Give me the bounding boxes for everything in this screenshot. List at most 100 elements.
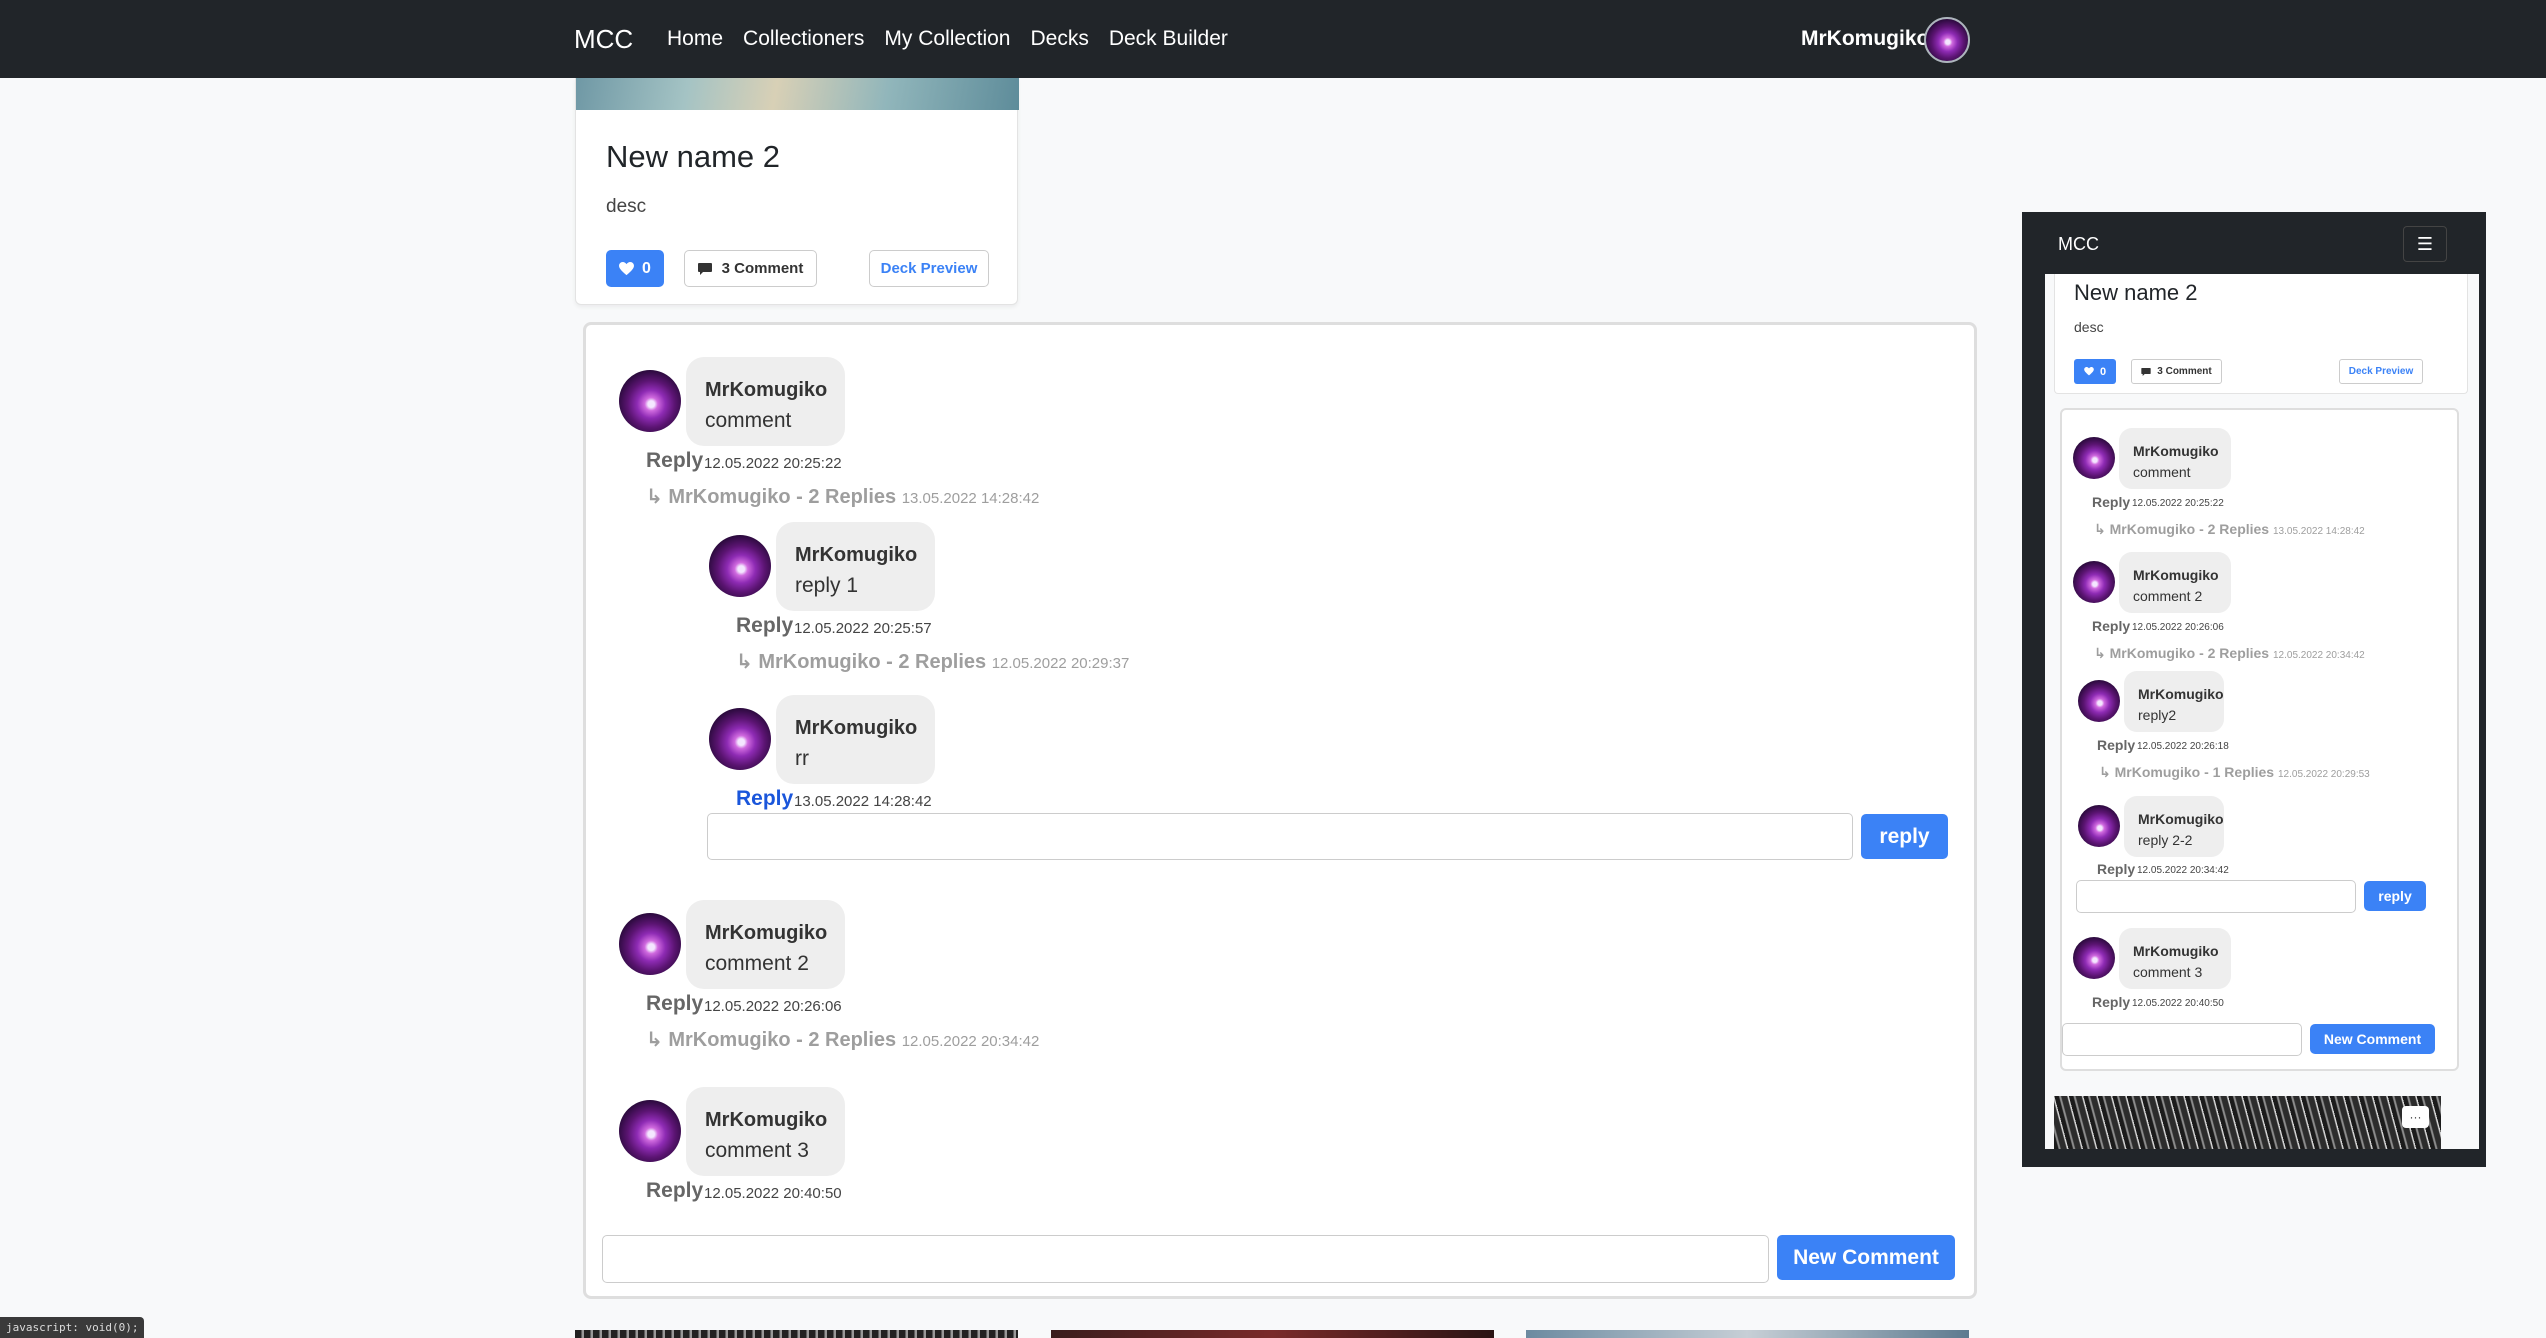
like-count: 0	[2099, 365, 2107, 378]
hamburger-menu-button[interactable]: ☰	[2403, 226, 2447, 262]
mobile-deck-card: New name 2 desc 0 3 Comment Deck Preview	[2054, 274, 2468, 394]
mobile-comments-section: MrKomugiko comment Reply 12.05.2022 20:2…	[2060, 408, 2459, 1071]
nav-home[interactable]: Home	[667, 27, 723, 51]
comment-timestamp: 12.05.2022 20:26:06	[704, 998, 842, 1015]
reply-link[interactable]: Reply	[736, 787, 793, 811]
avatar	[2078, 805, 2120, 847]
deck-card: New name 2 desc 0 3 Comment Deck Preview	[575, 78, 1019, 305]
comment-timestamp: 12.05.2022 20:26:06	[2132, 622, 2224, 633]
replies-thread-link[interactable]: ↳ MrKomugiko - 1 Replies 12.05.2022 20:2…	[2099, 764, 2370, 781]
comment-timestamp: 12.05.2022 20:40:50	[704, 1185, 842, 1202]
user-avatar[interactable]	[1924, 17, 1970, 63]
new-comment-input[interactable]	[602, 1235, 1769, 1283]
comment-author: MrKomugiko	[2138, 811, 2224, 827]
reply-link[interactable]: Reply	[2097, 737, 2135, 753]
comment-author: MrKomugiko	[705, 1109, 828, 1131]
comment-text: reply 2-2	[2138, 832, 2193, 848]
avatar	[2073, 937, 2115, 979]
nav-collectioners[interactable]: Collectioners	[743, 27, 864, 51]
reply-input[interactable]	[2076, 880, 2356, 913]
comment-author: MrKomugiko	[2133, 943, 2219, 959]
replies-thread-link[interactable]: ↳ MrKomugiko - 2 Replies 12.05.2022 20:3…	[646, 1027, 1039, 1052]
reply-link[interactable]: Reply	[646, 449, 703, 473]
deck-thumbnail[interactable]	[1526, 1330, 1969, 1338]
comment-text: rr	[795, 747, 809, 770]
thread-label: MrKomugiko - 2 Replies	[2109, 645, 2270, 661]
replies-thread-link[interactable]: ↳ MrKomugiko - 2 Replies 13.05.2022 14:2…	[2094, 521, 2365, 538]
deck-title: New name 2	[2074, 280, 2198, 305]
avatar	[2073, 561, 2115, 603]
new-comment-button[interactable]: New Comment	[2310, 1024, 2435, 1054]
reply-submit-button[interactable]: reply	[2364, 881, 2426, 911]
deck-preview-button[interactable]: Deck Preview	[2339, 359, 2423, 384]
comments-section: MrKomugiko comment Reply 12.05.2022 20:2…	[583, 322, 1977, 1299]
nav-deck-builder[interactable]: Deck Builder	[1109, 27, 1228, 51]
reply-link[interactable]: Reply	[2097, 861, 2135, 877]
mobile-navbar-brand[interactable]: MCC	[2058, 234, 2099, 255]
thread-timestamp: 12.05.2022 20:29:53	[2277, 769, 2370, 780]
avatar	[709, 708, 771, 770]
replies-thread-link[interactable]: ↳ MrKomugiko - 2 Replies 12.05.2022 20:3…	[2094, 645, 2365, 662]
comment-icon	[2141, 367, 2151, 376]
reply-link[interactable]: Reply	[646, 992, 703, 1016]
like-button[interactable]: 0	[606, 250, 664, 287]
comment-text: comment 2	[2133, 588, 2203, 604]
comment-text: reply 1	[795, 574, 859, 597]
comments-button[interactable]: 3 Comment	[2131, 359, 2222, 384]
comment-author: MrKomugiko	[2133, 567, 2219, 583]
thread-timestamp: 12.05.2022 20:34:42	[2272, 650, 2365, 661]
reply-link[interactable]: Reply	[736, 614, 793, 638]
thread-label: MrKomugiko - 2 Replies	[758, 651, 987, 673]
comment-author: MrKomugiko	[705, 379, 828, 401]
avatar	[2078, 680, 2120, 722]
more-icon: ···	[2409, 1110, 2422, 1124]
avatar	[2073, 437, 2115, 479]
thread-label: MrKomugiko - 2 Replies	[668, 1029, 897, 1051]
nav-username[interactable]: MrKomugiko	[1801, 27, 1929, 51]
comment-text: comment 3	[2133, 964, 2203, 980]
replies-thread-link[interactable]: ↳ MrKomugiko - 2 Replies 13.05.2022 14:2…	[646, 484, 1039, 509]
comment-author: MrKomugiko	[705, 922, 828, 944]
reply-link[interactable]: Reply	[2092, 994, 2130, 1010]
comment-timestamp: 12.05.2022 20:25:22	[2132, 498, 2224, 509]
comment-author: MrKomugiko	[795, 544, 918, 566]
replies-thread-link[interactable]: ↳ MrKomugiko - 2 Replies 12.05.2022 20:2…	[736, 649, 1129, 674]
like-button[interactable]: 0	[2074, 359, 2116, 384]
reply-link[interactable]: Reply	[646, 1179, 703, 1203]
reply-submit-button[interactable]: reply	[1861, 814, 1948, 859]
deck-thumbnail[interactable]	[575, 1330, 1018, 1338]
hamburger-icon: ☰	[2416, 233, 2434, 254]
new-comment-input[interactable]	[2062, 1023, 2302, 1056]
nav-links: Home Collectioners My Collection Decks D…	[667, 27, 1228, 51]
new-comment-button[interactable]: New Comment	[1777, 1235, 1955, 1280]
thread-label: MrKomugiko - 2 Replies	[668, 486, 897, 508]
avatar	[619, 370, 681, 432]
navbar-brand[interactable]: MCC	[574, 24, 633, 55]
reply-input[interactable]	[707, 813, 1853, 860]
more-options-button[interactable]: ···	[2402, 1106, 2429, 1128]
thread-timestamp: 12.05.2022 20:34:42	[901, 1033, 1040, 1050]
deck-thumbnail[interactable]	[1051, 1330, 1494, 1338]
top-navbar: MCC Home Collectioners My Collection Dec…	[0, 0, 2546, 78]
heart-icon	[2084, 367, 2094, 376]
deck-card-image[interactable]	[576, 78, 1019, 110]
like-count: 0	[642, 259, 651, 277]
avatar	[619, 913, 681, 975]
deck-preview-button[interactable]: Deck Preview	[869, 250, 989, 287]
thread-label: MrKomugiko - 2 Replies	[2109, 521, 2270, 537]
comments-button[interactable]: 3 Comment	[684, 250, 817, 287]
comment-author: MrKomugiko	[795, 717, 918, 739]
mobile-screen: New name 2 desc 0 3 Comment Deck Preview…	[2045, 274, 2479, 1149]
browser-status-bar: javascript: void(0);	[0, 1317, 145, 1338]
nav-my-collection[interactable]: My Collection	[884, 27, 1010, 51]
mobile-preview-frame: MCC ☰ New name 2 desc 0 3 Comment Deck P…	[2022, 212, 2486, 1167]
thread-timestamp: 13.05.2022 14:28:42	[2272, 526, 2365, 537]
deck-description: desc	[2074, 319, 2104, 335]
nav-decks[interactable]: Decks	[1030, 27, 1088, 51]
reply-link[interactable]: Reply	[2092, 618, 2130, 634]
thread-timestamp: 12.05.2022 20:29:37	[991, 655, 1130, 672]
reply-link[interactable]: Reply	[2092, 494, 2130, 510]
mobile-deck-thumbnail[interactable]	[2054, 1096, 2441, 1149]
deck-title: New name 2	[606, 139, 781, 174]
avatar	[709, 535, 771, 597]
